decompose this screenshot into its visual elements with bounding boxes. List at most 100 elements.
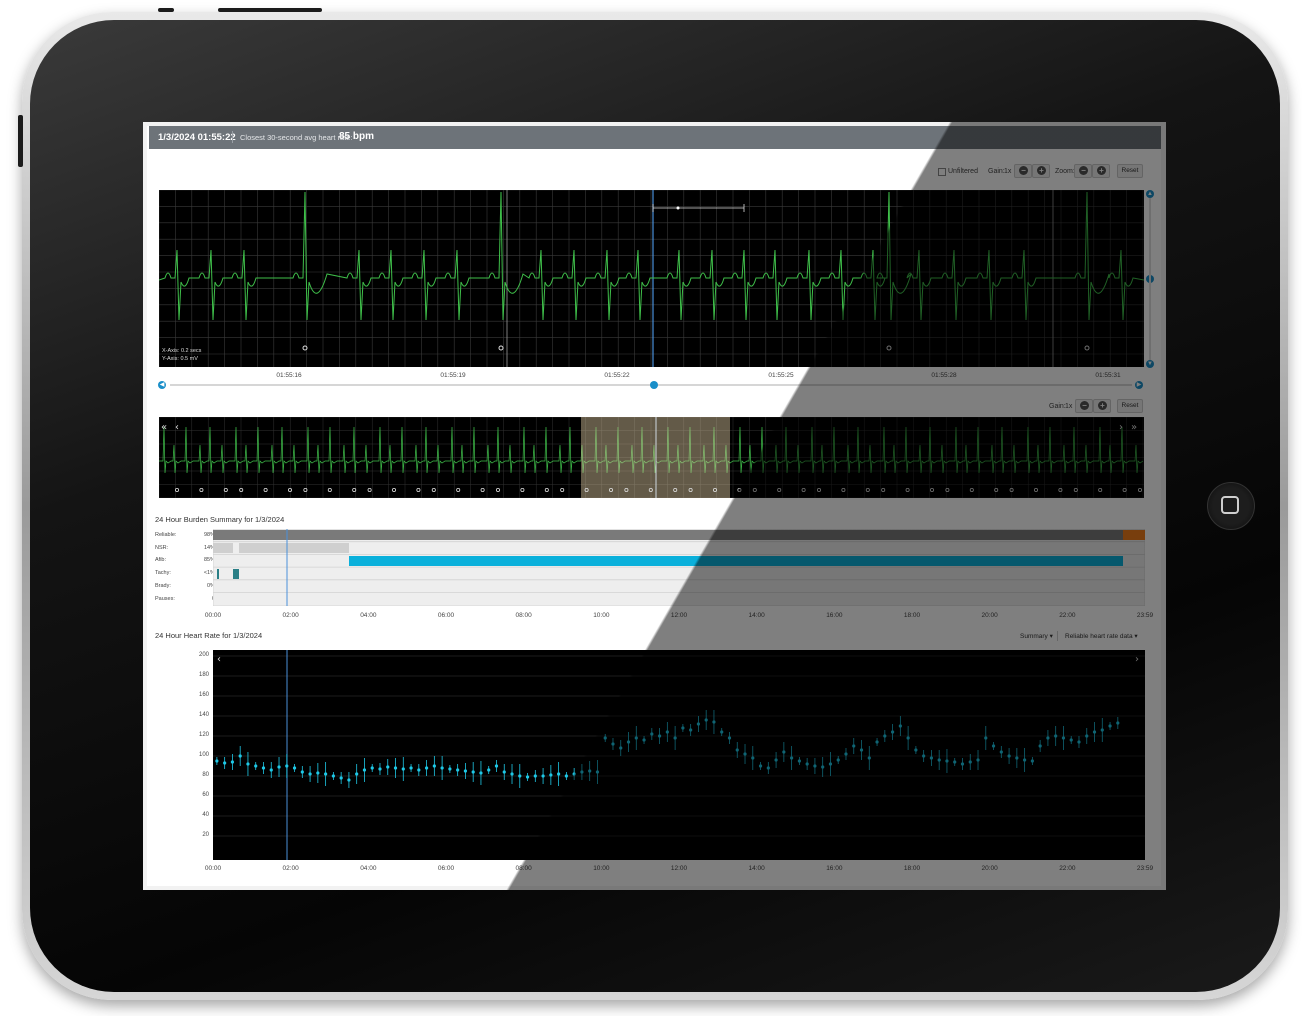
burden-background bbox=[213, 529, 1145, 606]
heart-rate-point bbox=[991, 744, 996, 748]
beat-marker bbox=[498, 345, 504, 351]
heart-rate-point bbox=[324, 772, 328, 776]
gain-decrease-button[interactable]: − bbox=[1014, 164, 1032, 178]
heart-rate-point bbox=[859, 748, 864, 752]
heart-rate-point bbox=[432, 764, 436, 768]
heart-rate-x-tick: 23:59 bbox=[1136, 865, 1154, 872]
next-page-icon: › bbox=[1119, 422, 1123, 433]
time-slider-handle[interactable] bbox=[650, 381, 658, 389]
heart-rate-point bbox=[549, 773, 553, 777]
home-button[interactable] bbox=[1207, 482, 1255, 530]
ecg-strip-svg bbox=[159, 190, 1144, 367]
heart-rate-grid bbox=[213, 655, 1145, 837]
zoom-in-button[interactable]: + bbox=[1092, 164, 1110, 178]
heart-rate-point bbox=[448, 767, 452, 771]
heart-rate-point bbox=[681, 726, 685, 730]
top-button-small bbox=[158, 8, 174, 12]
heart-rate-point bbox=[782, 750, 786, 754]
burden-time-tick: 14:00 bbox=[748, 612, 765, 619]
beat-marker bbox=[1084, 345, 1090, 351]
beat-marker bbox=[174, 488, 179, 493]
burden-time-tick: 04:00 bbox=[360, 612, 377, 619]
main-panel: 1/3/2024 01:55:22 Closest 30-second avg … bbox=[147, 126, 1161, 886]
heart-rate-chart-svg: ‹ › bbox=[213, 650, 1145, 860]
beat-marker bbox=[520, 488, 525, 493]
app-screen: 1/3/2024 01:55:22 Closest 30-second avg … bbox=[143, 122, 1166, 890]
heart-rate-point bbox=[657, 734, 662, 738]
top-button bbox=[218, 8, 322, 12]
heart-rate-point bbox=[914, 748, 918, 752]
scroll-right-icon[interactable]: ▶ bbox=[1135, 381, 1143, 389]
heart-rate-x-tick: 04:00 bbox=[360, 865, 377, 872]
heart-rate-point bbox=[471, 770, 475, 774]
heart-rate-point bbox=[898, 724, 902, 728]
beat-marker bbox=[416, 488, 421, 493]
beat-marker bbox=[352, 488, 357, 493]
heart-rate-point bbox=[1085, 734, 1089, 738]
heart-rate-point bbox=[479, 771, 483, 775]
gain2-decrease-button[interactable]: − bbox=[1075, 399, 1093, 413]
heart-rate-point bbox=[960, 762, 965, 766]
scroll-left-icon[interactable]: ◀ bbox=[158, 381, 166, 389]
burden-time-tick: 18:00 bbox=[903, 612, 921, 619]
burden-time-tick: 20:00 bbox=[981, 612, 998, 619]
heart-rate-point bbox=[1038, 744, 1042, 748]
heart-rate-point bbox=[347, 778, 351, 782]
heart-rate-point bbox=[953, 760, 957, 764]
beat-marker bbox=[777, 488, 782, 493]
heart-rate-point bbox=[230, 760, 235, 764]
nsr-bar bbox=[213, 543, 233, 553]
heart-rate-point bbox=[541, 774, 545, 778]
burden-time-tick: 00:00 bbox=[204, 612, 222, 619]
scroll-down-icon[interactable]: ▼ bbox=[1146, 360, 1154, 368]
y-axis-note: Y-Axis: 0.5 mV bbox=[162, 356, 198, 362]
heart-rate-point bbox=[984, 736, 988, 740]
heart-rate-point bbox=[642, 738, 646, 742]
gain-increase-button[interactable]: + bbox=[1032, 164, 1050, 178]
reset-button[interactable]: Reset bbox=[1117, 164, 1143, 178]
heart-rate-point bbox=[557, 772, 561, 776]
unfiltered-checkbox[interactable] bbox=[938, 168, 946, 176]
zoom-out-button[interactable]: − bbox=[1074, 164, 1092, 178]
heart-rate-point bbox=[743, 752, 747, 756]
ecg-strip[interactable]: X-Axis: 0.2 secs Y-Axis: 0.5 mV bbox=[159, 190, 1144, 367]
heart-rate-x-tick: 02:00 bbox=[282, 865, 299, 872]
heart-rate-point bbox=[922, 754, 926, 758]
heart-rate-point bbox=[813, 764, 817, 768]
gain2-increase-button[interactable]: + bbox=[1093, 399, 1111, 413]
heart-rate-point bbox=[339, 776, 343, 780]
burden-title: 24 Hour Burden Summary for 1/3/2024 bbox=[155, 515, 285, 524]
burden-chart[interactable] bbox=[213, 529, 1145, 606]
beat-marker bbox=[930, 488, 935, 493]
tachy-bar bbox=[217, 569, 219, 579]
strip-time-tick: 01:55:31 bbox=[1095, 372, 1121, 379]
heart-rate-point bbox=[487, 768, 491, 772]
heart-rate-point bbox=[533, 774, 537, 778]
heart-rate-point bbox=[331, 774, 335, 778]
heart-rate-point bbox=[1046, 736, 1050, 740]
heart-rate-point bbox=[277, 765, 281, 769]
heart-rate-point bbox=[751, 756, 755, 760]
beat-marker bbox=[480, 488, 485, 493]
summary-dropdown[interactable]: Summary ▾ bbox=[1020, 632, 1053, 640]
heart-rate-chart[interactable]: ‹ › bbox=[213, 650, 1145, 860]
beat-marker bbox=[994, 488, 999, 493]
heart-rate-point bbox=[1092, 730, 1097, 734]
heart-rate-point bbox=[650, 732, 654, 736]
measure-caliper-dot bbox=[676, 206, 680, 210]
reset2-button[interactable]: Reset bbox=[1117, 399, 1143, 413]
heart-rate-y-tick: 140 bbox=[198, 712, 209, 718]
scroll-up-icon[interactable]: ▲ bbox=[1146, 190, 1154, 198]
heart-rate-point bbox=[704, 718, 708, 722]
heart-rate-point bbox=[238, 754, 242, 758]
beat-marker bbox=[544, 488, 549, 493]
data-dropdown[interactable]: Reliable heart rate data ▾ bbox=[1065, 632, 1138, 640]
burden-row-tachy: Tachy: <1% bbox=[155, 570, 215, 577]
heart-rate-point bbox=[386, 765, 390, 769]
heart-rate-point bbox=[906, 736, 910, 740]
ecg-overview[interactable]: « ‹ › » bbox=[159, 417, 1144, 498]
gain-value: 1x bbox=[1004, 168, 1012, 175]
heart-rate-point bbox=[1030, 759, 1034, 763]
heart-rate-y-tick: 120 bbox=[198, 732, 209, 738]
beat-marker bbox=[801, 488, 806, 493]
